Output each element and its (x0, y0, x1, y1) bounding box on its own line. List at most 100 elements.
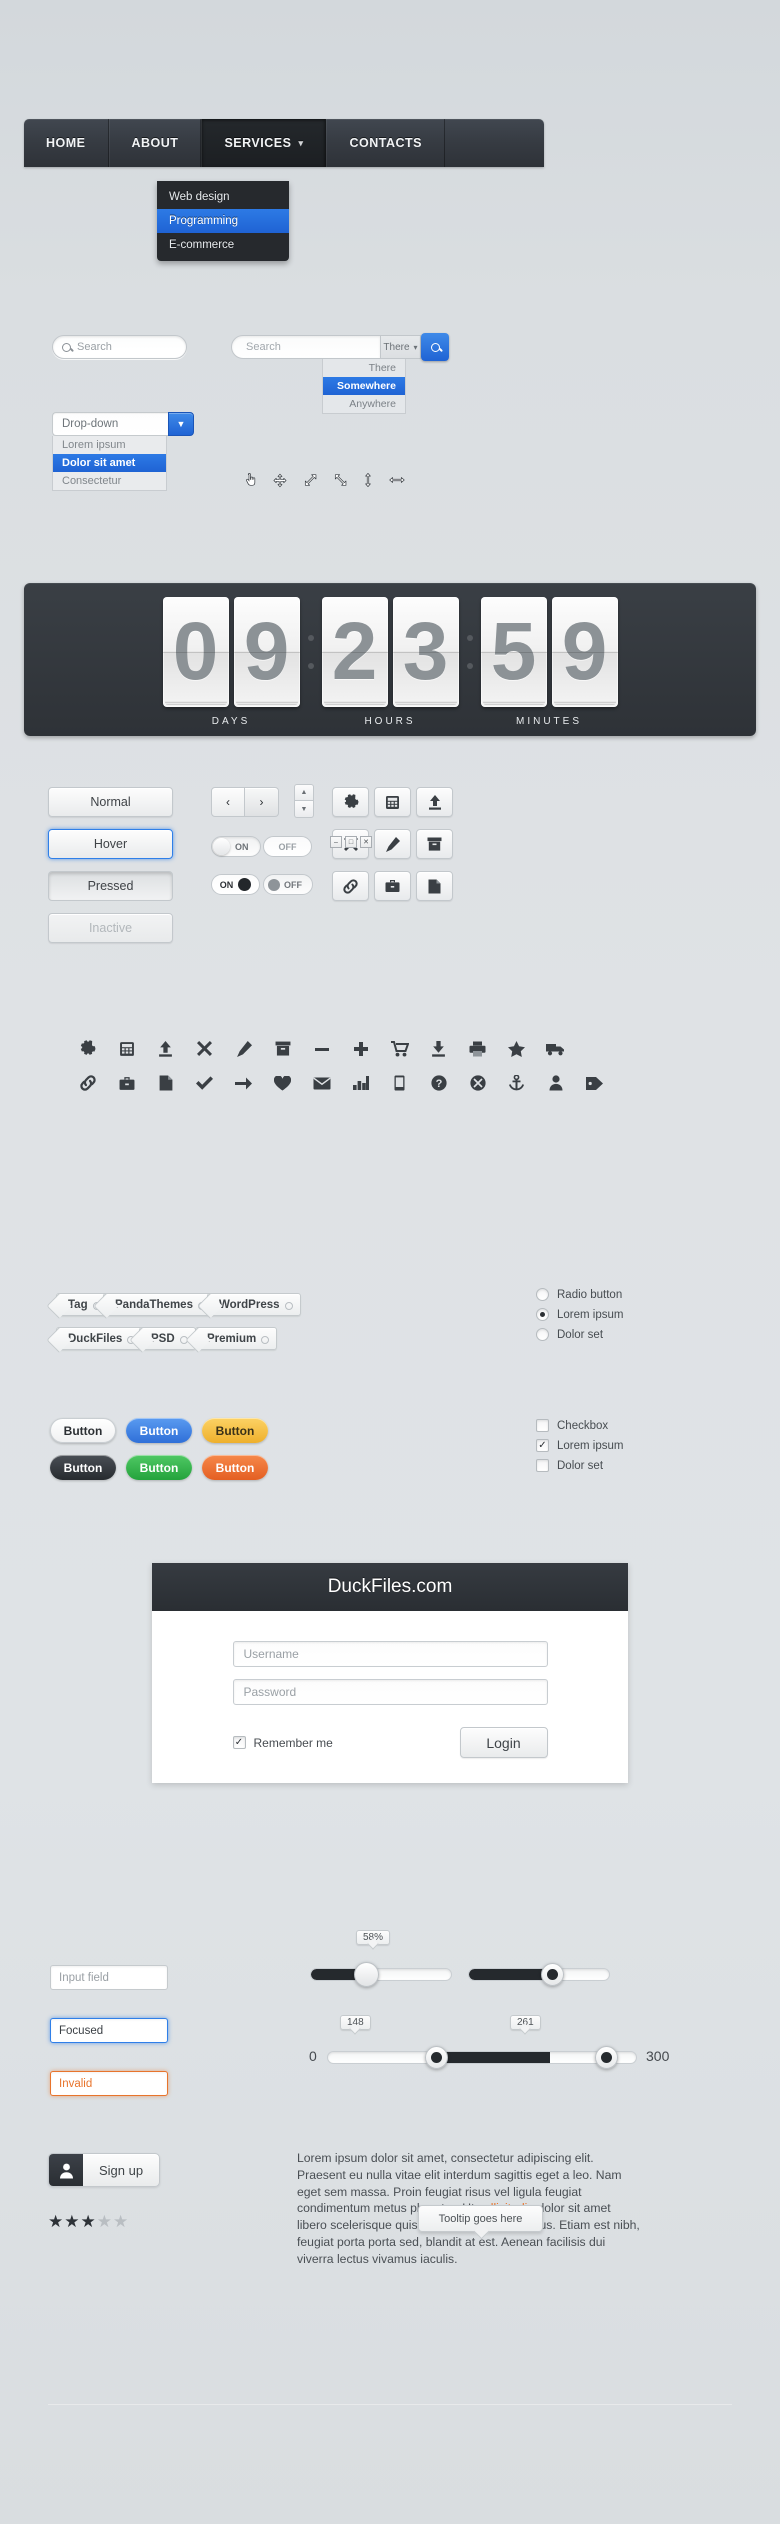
checkbox-icon-checked[interactable]: ✓ (536, 1439, 549, 1452)
dropdown-option-dolor[interactable]: Dolor sit amet (53, 454, 166, 472)
nav-item-about[interactable]: ABOUT (108, 119, 202, 167)
radio-row-1[interactable]: Radio button (536, 1288, 622, 1301)
dropdown-header[interactable]: Drop-down ▼ (52, 412, 194, 436)
toggle-off-grey[interactable]: OFF (263, 874, 313, 895)
slider-knob-1[interactable] (354, 1962, 379, 1987)
star-icon-empty[interactable]: ★ (113, 2212, 128, 2232)
button-normal[interactable]: Normal (48, 787, 173, 817)
button-pressed[interactable]: Pressed (48, 871, 173, 901)
rating-stars[interactable]: ★ ★ ★ ★ ★ (48, 2212, 128, 2232)
radio-icon[interactable] (536, 1288, 549, 1301)
stepper-up-icon[interactable]: ▲ (294, 784, 314, 801)
radio-row-2[interactable]: Lorem ipsum (536, 1308, 623, 1321)
search-submit-button[interactable] (421, 333, 449, 361)
truck-icon[interactable] (536, 1040, 575, 1057)
link-icon[interactable] (68, 1075, 107, 1091)
upload-icon[interactable] (146, 1040, 185, 1057)
icon-button-archive[interactable] (416, 829, 453, 859)
star-icon-filled[interactable]: ★ (81, 2212, 96, 2232)
submenu-item-ecommerce[interactable]: E-commerce (157, 233, 289, 257)
search-scope-select[interactable]: There ▾ (381, 335, 421, 359)
briefcase-icon[interactable] (107, 1075, 146, 1091)
close-x-icon[interactable] (185, 1040, 224, 1057)
printer-icon[interactable] (458, 1040, 497, 1057)
submenu-item-web-design[interactable]: Web design (157, 185, 289, 209)
radio-row-3[interactable]: Dolor set (536, 1328, 603, 1341)
minimize-icon[interactable]: – (330, 836, 342, 848)
mobile-icon[interactable] (380, 1075, 419, 1091)
toggle-on-light[interactable]: ON (211, 836, 261, 857)
file-icon[interactable] (146, 1075, 185, 1091)
nav-item-home[interactable]: HOME (24, 119, 109, 167)
cart-icon[interactable] (380, 1040, 419, 1057)
checkbox-icon-checked[interactable]: ✓ (232, 1736, 246, 1749)
signup-button[interactable]: Sign up (48, 2153, 160, 2187)
search-scoped-input[interactable]: Search (231, 335, 381, 359)
mail-icon[interactable] (302, 1075, 341, 1091)
scope-option-anywhere[interactable]: Anywhere (323, 395, 405, 413)
password-input[interactable]: Password (232, 1679, 548, 1705)
input-focused[interactable]: Focused (50, 2018, 168, 2043)
cancel-icon[interactable] (458, 1075, 497, 1091)
checkbox-row-1[interactable]: Checkbox (536, 1419, 608, 1432)
icon-button-edit[interactable] (374, 829, 411, 859)
anchor-icon[interactable] (497, 1075, 536, 1091)
range-knob-low[interactable] (425, 2046, 448, 2069)
button-hover[interactable]: Hover (48, 829, 173, 859)
color-button-orange[interactable]: Button (202, 1455, 268, 1480)
user-icon[interactable] (536, 1075, 575, 1091)
maximize-icon[interactable]: □ (345, 836, 357, 848)
input-invalid[interactable]: Invalid (50, 2071, 168, 2096)
color-button-white[interactable]: Button (50, 1418, 116, 1443)
star-icon-filled[interactable]: ★ (64, 2212, 79, 2232)
gear-icon[interactable] (68, 1040, 107, 1057)
icon-button-calculator[interactable] (374, 787, 411, 817)
plus-icon[interactable] (341, 1040, 380, 1057)
range-track[interactable] (327, 2051, 637, 2064)
icon-button-upload[interactable] (416, 787, 453, 817)
dropdown-option-consectetur[interactable]: Consectetur (53, 472, 166, 490)
stepper-down-icon[interactable]: ▼ (294, 801, 314, 818)
dropdown-option-lorem[interactable]: Lorem ipsum (53, 436, 166, 454)
scope-option-there[interactable]: There (323, 359, 405, 377)
star-icon[interactable] (497, 1040, 536, 1057)
send-icon[interactable] (224, 1075, 263, 1091)
tag-icon[interactable] (575, 1075, 614, 1091)
nav-item-services[interactable]: SERVICES ▾ (201, 119, 327, 167)
close-icon[interactable]: ✕ (360, 836, 372, 848)
icon-button-document[interactable] (416, 871, 453, 901)
download-icon[interactable] (419, 1040, 458, 1057)
calculator-icon[interactable] (107, 1040, 146, 1057)
chevron-down-icon[interactable]: ▼ (168, 412, 194, 436)
color-button-dark[interactable]: Button (50, 1455, 116, 1480)
tag-item[interactable]: WordPress (207, 1293, 301, 1316)
star-icon-empty[interactable]: ★ (97, 2212, 112, 2232)
scope-option-somewhere[interactable]: Somewhere (323, 377, 405, 395)
heart-icon[interactable] (263, 1075, 302, 1091)
slider-knob-2[interactable] (541, 1963, 564, 1986)
icon-button-settings[interactable] (332, 787, 369, 817)
icon-button-briefcase[interactable] (374, 871, 411, 901)
radio-icon-checked[interactable] (536, 1308, 549, 1321)
username-input[interactable]: Username (232, 1641, 548, 1667)
color-button-yellow[interactable]: Button (202, 1418, 268, 1443)
search-input[interactable]: Search (52, 335, 187, 359)
login-button[interactable]: Login (459, 1727, 548, 1758)
checkbox-icon[interactable] (536, 1459, 549, 1472)
toggle-on-dark[interactable]: ON (211, 874, 260, 895)
color-button-green[interactable]: Button (126, 1455, 192, 1480)
check-icon[interactable] (185, 1075, 224, 1091)
checkbox-row-3[interactable]: Dolor set (536, 1459, 603, 1472)
nav-item-contacts[interactable]: CONTACTS (326, 119, 445, 167)
range-knob-high[interactable] (595, 2046, 618, 2069)
bar-chart-icon[interactable] (341, 1075, 380, 1091)
checkbox-row-2[interactable]: ✓ Lorem ipsum (536, 1439, 623, 1452)
submenu-item-programming[interactable]: Programming (157, 209, 289, 233)
chevron-right-icon[interactable]: › (245, 787, 279, 817)
minus-icon[interactable] (302, 1040, 341, 1057)
slider-track-1[interactable] (310, 1968, 452, 1981)
tag-item[interactable]: Premium (195, 1327, 278, 1350)
pencil-icon[interactable] (224, 1040, 263, 1057)
color-button-blue[interactable]: Button (126, 1418, 192, 1443)
checkbox-icon[interactable] (536, 1419, 549, 1432)
